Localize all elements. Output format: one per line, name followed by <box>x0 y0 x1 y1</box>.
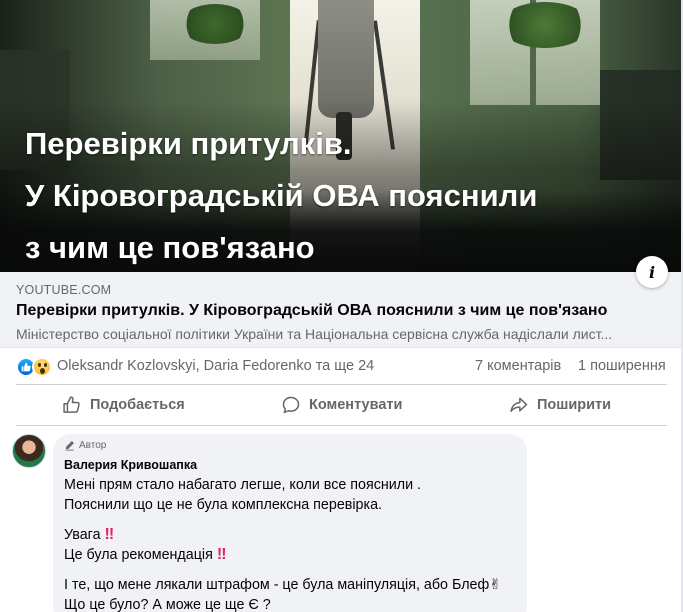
author-badge-label: Автор <box>79 440 107 451</box>
image-plant-right <box>500 2 590 48</box>
comment-author[interactable]: Валерия Кривошапка <box>64 458 197 472</box>
comments-count[interactable]: 7 коментарів <box>475 358 561 374</box>
comment-line-4: Це була рекомендація ‼ <box>64 545 501 565</box>
avatar[interactable] <box>12 434 46 468</box>
comment-button[interactable]: Коментувати <box>281 385 402 425</box>
reaction-icons[interactable] <box>16 357 54 377</box>
comment: Автор Валерия Кривошапка Мені прям стало… <box>0 426 683 612</box>
comment-line-4-text: Це була рекомендація <box>64 547 213 563</box>
share-button[interactable]: Поширити <box>509 385 611 425</box>
comment-line-3: Увага ‼ <box>64 525 501 545</box>
link-title[interactable]: Перевірки притулків. У Кіровоградській О… <box>16 302 607 320</box>
like-button[interactable]: Подобається <box>62 385 185 425</box>
headline-line-2: У Кіровоградській ОВА пояснили <box>25 178 538 213</box>
preview-headline: Перевірки притулків. У Кіровоградській О… <box>25 118 537 272</box>
comment-line-5: І те, що мене лякали штрафом - це була м… <box>64 577 502 593</box>
action-bar: Подобається Коментувати Поширити <box>16 384 667 426</box>
image-plant-left <box>180 4 250 44</box>
link-meta[interactable]: YOUTUBE.COM Перевірки притулків. У Кіров… <box>0 272 683 348</box>
share-arrow-icon <box>510 397 528 412</box>
reaction-names[interactable]: Oleksandr Kozlovskyi, Daria Fedorenko та… <box>57 358 374 374</box>
author-badge: Автор <box>64 440 106 451</box>
comment-bubble-icon <box>282 396 300 414</box>
comment-line-3-text: Увага <box>64 527 101 543</box>
comment-bubble: Автор Валерия Кривошапка Мені прям стало… <box>53 434 527 612</box>
reactions-row: Oleksandr Kozlovskyi, Daria Fedorenko та… <box>0 350 683 384</box>
link-domain: YOUTUBE.COM <box>16 283 112 297</box>
link-preview-image[interactable]: Перевірки притулків. У Кіровоградській О… <box>0 0 683 272</box>
post-card: Перевірки притулків. У Кіровоградській О… <box>0 0 683 612</box>
double-exclamation-icon: ‼ <box>216 546 227 563</box>
comment-line-2: Пояснили що це не була комплексна переві… <box>64 497 382 513</box>
wow-icon <box>32 357 52 377</box>
double-exclamation-icon: ‼ <box>104 526 115 543</box>
thumbs-up-icon <box>63 396 80 413</box>
share-label: Поширити <box>537 397 612 413</box>
comment-line-1: Мені прям стало набагато легше, коли все… <box>64 477 422 493</box>
pencil-icon <box>65 441 74 451</box>
like-label: Подобається <box>90 397 185 413</box>
info-icon[interactable]: i <box>636 256 668 288</box>
headline-line-1: Перевірки притулків. <box>25 126 352 161</box>
comment-line-6: Що це було? А може це ще Є ? <box>64 597 271 612</box>
comment-label: Коментувати <box>309 397 403 413</box>
headline-line-3: з чим це пов'язано <box>25 230 315 265</box>
shares-count[interactable]: 1 поширення <box>578 358 666 374</box>
comment-text: Мені прям стало набагато легше, коли все… <box>64 475 501 612</box>
link-description: Міністерство соціальної політики України… <box>16 326 613 342</box>
